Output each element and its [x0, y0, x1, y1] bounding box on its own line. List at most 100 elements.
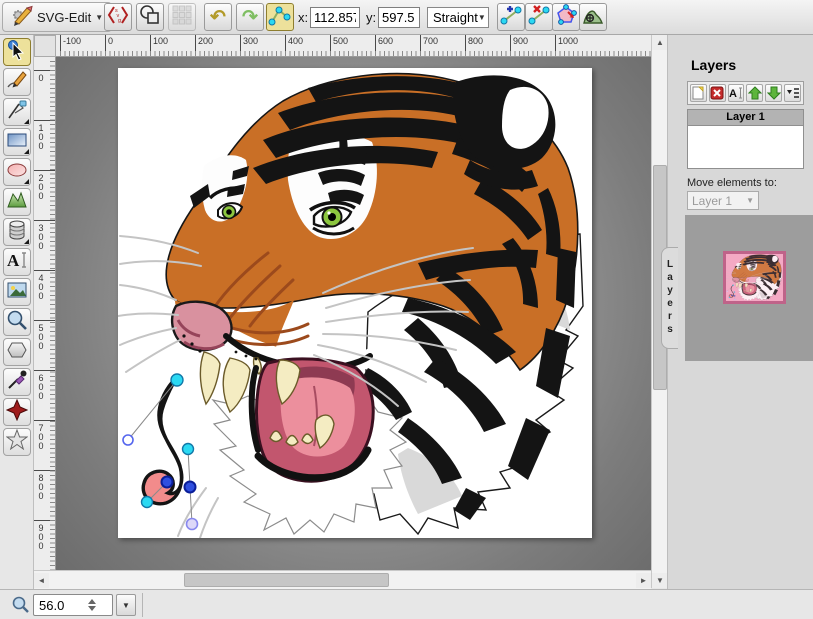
add-subpath-button[interactable] — [579, 3, 607, 31]
overview-panel — [685, 215, 813, 361]
text-icon: A — [6, 249, 28, 276]
ruler-top: -10001002003004005006007008009001000 — [56, 35, 651, 57]
flyout-indicator — [24, 149, 29, 154]
grid-button[interactable] — [168, 3, 196, 31]
text-tool[interactable]: A — [3, 248, 31, 276]
line-tool[interactable] — [3, 98, 31, 126]
open-path-button[interactable] — [552, 3, 580, 31]
layers-panel-toggle-tab[interactable]: Layers — [661, 247, 678, 349]
eyedropper-icon — [6, 369, 28, 396]
undo-button[interactable]: ↶ — [204, 3, 232, 31]
select-arrow-icon — [6, 39, 28, 66]
flyout-indicator — [24, 119, 29, 124]
image-tool[interactable] — [3, 278, 31, 306]
workspace[interactable] — [56, 57, 651, 570]
flyout-indicator — [24, 239, 29, 244]
shape-library-tool[interactable] — [3, 218, 31, 246]
move-elements-value: Layer 1 — [692, 194, 732, 208]
eyedropper-tool[interactable] — [3, 368, 31, 396]
grid-icon — [172, 5, 192, 30]
horizontal-scrollbar[interactable]: ◄ ► — [34, 570, 651, 589]
undo-icon: ↶ — [210, 8, 226, 27]
svg-edit-app: SVG-Edit ▼ s v g — [0, 0, 813, 619]
insert-node-button[interactable] — [497, 3, 525, 31]
svg-text:A: A — [729, 88, 737, 100]
main-menu-label: SVG-Edit — [37, 10, 91, 25]
svg-text:A: A — [7, 251, 20, 270]
y-coordinate-label: y: — [366, 10, 376, 25]
horizontal-scrollbar-thumb[interactable] — [184, 573, 389, 587]
svg-source-icon: s v g — [107, 4, 129, 31]
red-star-icon — [6, 399, 28, 426]
flyout-indicator — [24, 179, 29, 184]
hexagon-icon — [6, 339, 28, 366]
pencil-tool[interactable] — [3, 68, 31, 96]
shape-tool[interactable] — [3, 398, 31, 426]
select-tool[interactable] — [3, 38, 31, 66]
delete-layer-button[interactable] — [709, 84, 726, 102]
delete-node-button[interactable] — [525, 3, 553, 31]
polygon-tool[interactable] — [3, 338, 31, 366]
bottom-bar-divider — [142, 593, 143, 617]
ellipse-tool[interactable] — [3, 158, 31, 186]
redo-icon: ↷ — [242, 8, 258, 27]
canvas-thumbnail[interactable] — [723, 251, 786, 304]
menu-caret-icon: ▼ — [95, 13, 103, 22]
layer-menu-button[interactable] — [784, 84, 801, 102]
add-subpath-icon — [581, 3, 605, 32]
link-control-points-toggle[interactable] — [266, 3, 294, 31]
x-coordinate-input[interactable] — [310, 7, 360, 28]
new-layer-button[interactable] — [690, 84, 707, 102]
shapes-button[interactable] — [136, 3, 164, 31]
move-elements-select[interactable]: Layer 1 ▼ — [687, 191, 759, 210]
rectangle-tool[interactable] — [3, 128, 31, 156]
layer-toolbar: A — [687, 81, 804, 105]
zoom-level-input[interactable] — [34, 598, 86, 613]
path-tool[interactable] — [3, 188, 31, 216]
segment-type-value: Straight — [433, 10, 478, 25]
main-menu-button[interactable]: SVG-Edit ▼ — [2, 2, 112, 32]
zoom-magnifier-icon — [12, 596, 30, 619]
ruler-corner — [34, 35, 56, 57]
select-caret-icon: ▼ — [478, 13, 486, 22]
edit-source-button[interactable]: s v g — [104, 3, 132, 31]
redo-button[interactable]: ↷ — [236, 3, 264, 31]
magnifier-icon — [6, 309, 28, 336]
star-tool[interactable] — [3, 428, 31, 456]
select-caret-icon: ▼ — [746, 196, 754, 205]
logo-icon — [7, 2, 33, 33]
tiger-drawing — [118, 68, 592, 538]
svg-text:g: g — [118, 18, 121, 24]
zoom-spinner[interactable] — [88, 599, 96, 611]
bottom-bar: ▼ — [0, 589, 813, 619]
move-layer-down-button[interactable] — [765, 84, 782, 102]
scroll-down-button[interactable]: ▼ — [652, 573, 668, 588]
svg-canvas[interactable] — [118, 68, 592, 538]
zoom-level-box — [33, 594, 113, 616]
layers-panel: Layers A — [667, 35, 813, 589]
layer-row-layer1[interactable]: Layer 1 — [688, 110, 803, 126]
image-icon — [6, 279, 28, 306]
scroll-right-button[interactable]: ► — [636, 573, 651, 588]
move-layer-up-button[interactable] — [746, 84, 763, 102]
top-toolbar: SVG-Edit ▼ s v g — [0, 0, 813, 35]
scroll-left-button[interactable]: ◄ — [34, 573, 49, 588]
overlapping-shapes-icon — [139, 4, 161, 31]
path-shape-icon — [6, 189, 28, 216]
y-coordinate-input[interactable] — [378, 7, 420, 28]
zoom-tool[interactable] — [3, 308, 31, 336]
open-path-icon — [554, 3, 578, 32]
move-elements-label: Move elements to: — [687, 177, 777, 189]
rename-layer-button[interactable]: A — [728, 84, 745, 102]
node-x-icon — [527, 3, 551, 32]
path-node-overlay — [123, 374, 198, 530]
zoom-preset-dropdown-button[interactable]: ▼ — [116, 594, 136, 616]
layers-tab-label: Layers — [665, 259, 676, 337]
scroll-up-button[interactable]: ▲ — [652, 35, 668, 50]
x-coordinate-label: x: — [298, 10, 308, 25]
star-icon — [6, 429, 28, 456]
segment-type-select[interactable]: Straight ▼ — [427, 7, 489, 28]
node-plus-icon — [499, 3, 523, 32]
ruler-left: 0100200300400500600700800900 — [34, 57, 56, 570]
layers-panel-title: Layers — [691, 57, 736, 73]
